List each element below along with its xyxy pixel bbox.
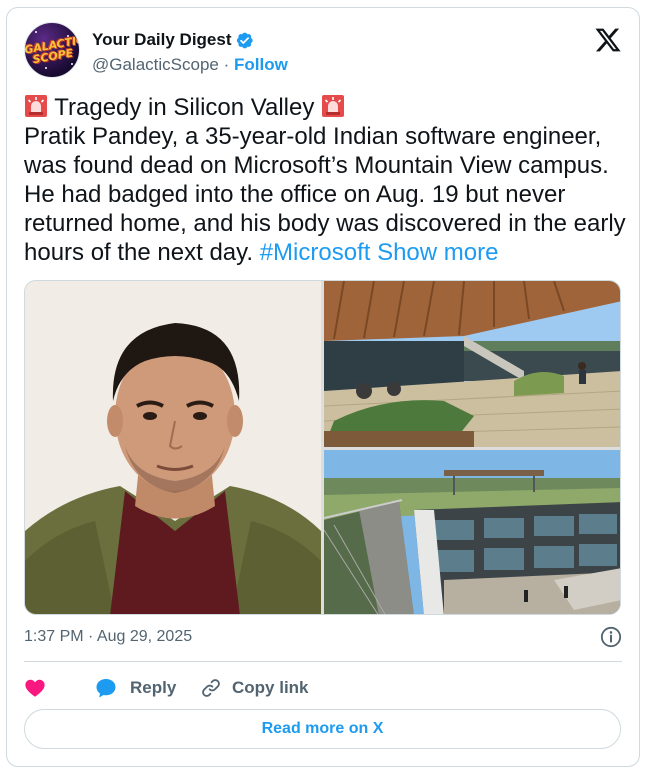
divider xyxy=(24,661,622,662)
rotating-light-icon xyxy=(321,94,345,118)
post-body-line: returned home, and his body was discover… xyxy=(24,210,626,237)
post-text: Tragedy in Silicon Valley Pratik Pandey,… xyxy=(24,93,634,267)
office-patio-photo[interactable] xyxy=(324,281,621,447)
post-card: GALACTIC SCOPE Your Daily Digest @Galacti… xyxy=(6,7,640,767)
like-button[interactable] xyxy=(24,674,46,702)
portrait-photo[interactable] xyxy=(25,281,321,615)
info-icon[interactable] xyxy=(600,626,622,648)
copy-link-button[interactable]: Copy link xyxy=(200,674,309,702)
follow-button[interactable]: Follow xyxy=(234,55,288,74)
link-icon xyxy=(202,679,220,697)
show-more-link[interactable]: Show more xyxy=(377,239,498,266)
post-body-line: He had badged into the office on Aug. 19… xyxy=(24,181,566,208)
campus-courtyard-photo[interactable] xyxy=(324,450,621,615)
hashtag-link[interactable]: #Microsoft xyxy=(260,239,371,266)
avatar-logo: GALACTIC SCOPE xyxy=(24,33,80,67)
x-logo-icon[interactable] xyxy=(594,26,622,54)
reply-label: Reply xyxy=(130,678,177,697)
post-body-text: hours of the next day. xyxy=(24,239,260,266)
post-headline-line: Tragedy in Silicon Valley xyxy=(24,93,634,122)
author-avatar[interactable]: GALACTIC SCOPE xyxy=(24,22,80,78)
post-actions: Reply Copy link xyxy=(24,674,624,702)
post-headline: Tragedy in Silicon Valley xyxy=(54,94,315,121)
author-display-name[interactable]: Your Daily Digest xyxy=(92,30,232,50)
verified-badge-icon xyxy=(236,32,253,49)
copy-link-label: Copy link xyxy=(232,678,309,697)
handle-separator: · xyxy=(218,55,234,74)
reply-bubble-icon xyxy=(96,679,116,698)
author-handle-line: @GalacticScope · Follow xyxy=(92,55,288,75)
reply-button[interactable]: Reply xyxy=(94,674,176,702)
read-more-button[interactable]: Read more on X xyxy=(24,709,621,749)
author-handle[interactable]: @GalacticScope xyxy=(92,55,219,74)
post-timestamp[interactable]: 1:37 PM · Aug 29, 2025 xyxy=(24,628,192,646)
heart-icon xyxy=(25,679,45,697)
post-body-last-line: hours of the next day. #Microsoft Show m… xyxy=(24,238,634,267)
rotating-light-icon xyxy=(24,94,48,118)
post-body-line: was found dead on Microsoft’s Mountain V… xyxy=(24,152,609,179)
media-grid xyxy=(24,280,621,615)
post-body-line: Pratik Pandey, a 35-year-old Indian soft… xyxy=(24,123,602,150)
